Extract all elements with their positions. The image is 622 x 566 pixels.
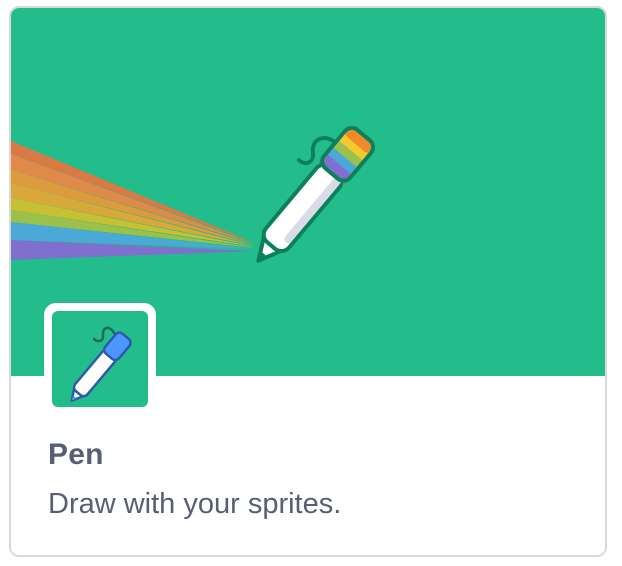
rainbow-pen-icon xyxy=(256,125,376,263)
pen-extension-card[interactable]: Pen Draw with your sprites. xyxy=(9,6,607,557)
extension-title: Pen xyxy=(48,438,104,471)
blue-pen-icon xyxy=(70,326,132,402)
extension-icon-background xyxy=(52,311,148,407)
extension-description: Draw with your sprites. xyxy=(48,488,342,520)
extension-icon-tile xyxy=(44,303,156,415)
